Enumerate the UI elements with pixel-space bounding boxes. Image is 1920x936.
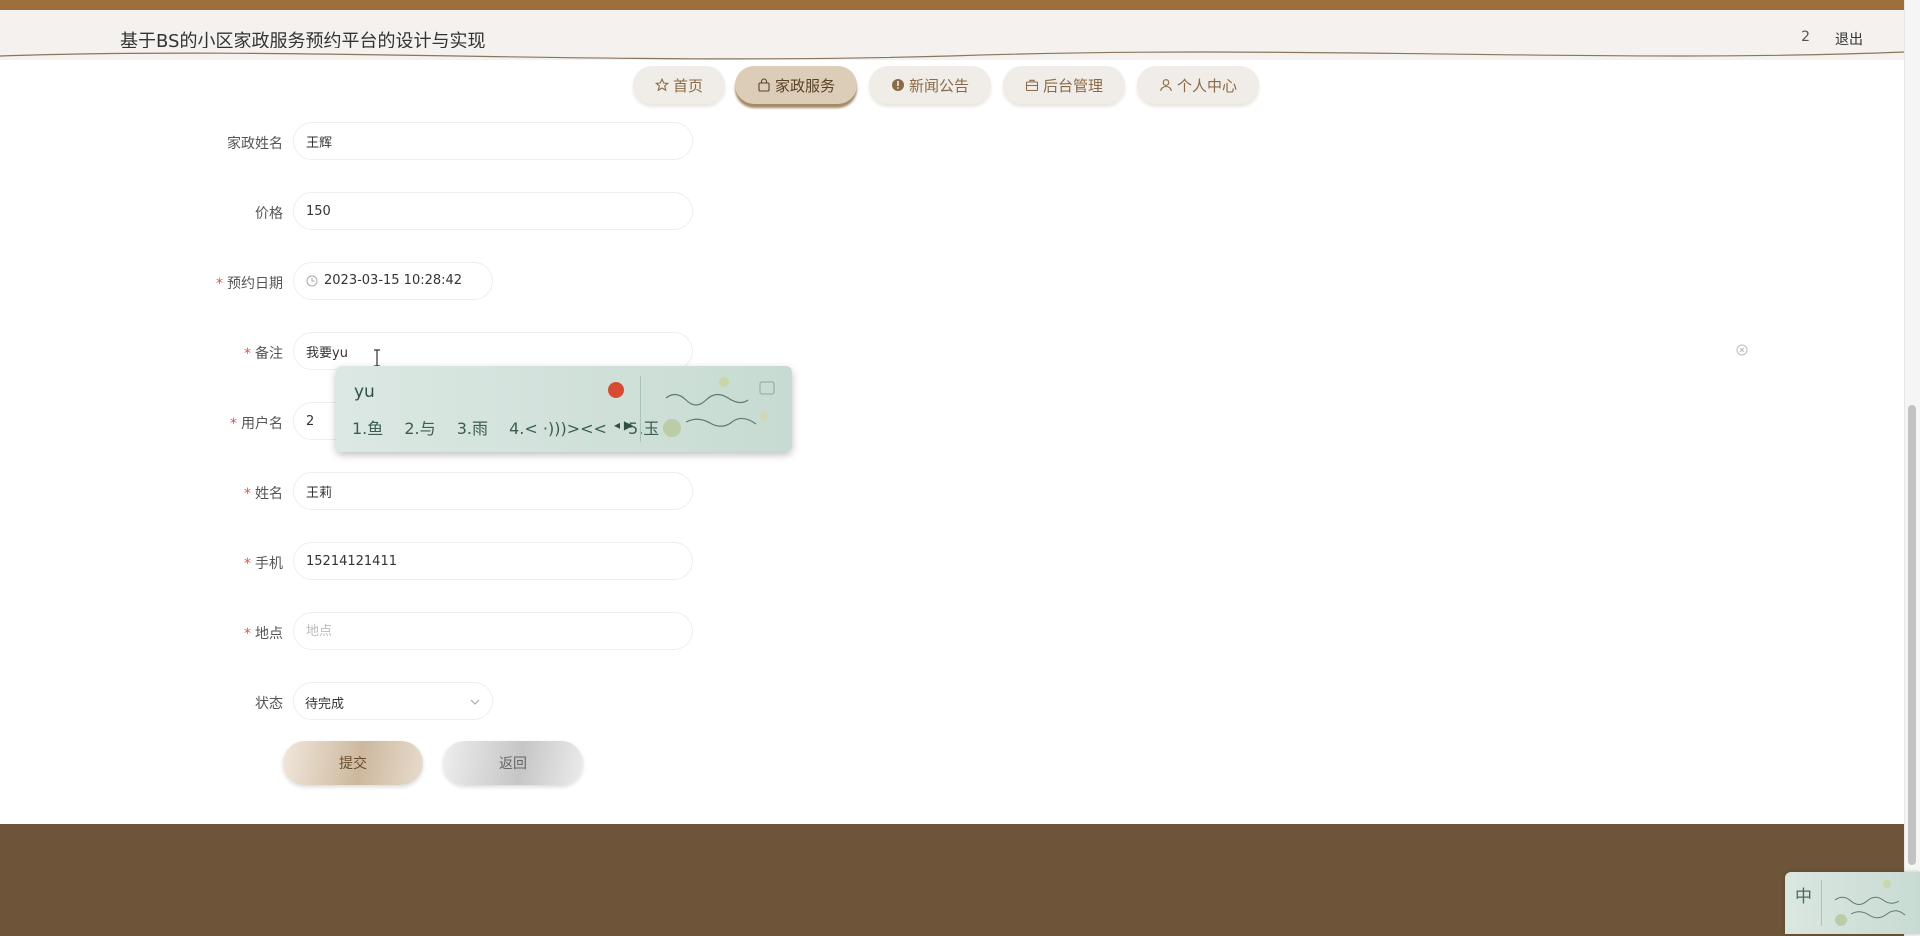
text-cursor-icon — [374, 349, 380, 367]
ime-tray-artwork — [1834, 880, 1906, 926]
alert-icon — [891, 79, 904, 91]
status-value: 待完成 — [305, 697, 345, 712]
clock-icon — [306, 275, 318, 287]
username-label-text: 用户名 — [241, 416, 283, 432]
ime-page-arrows-icon[interactable]: ◂ ▶ — [614, 418, 633, 432]
ime-mode-indicator[interactable]: 中 — [1795, 882, 1812, 907]
ime-logo-icon — [608, 382, 624, 398]
bag-icon — [758, 78, 770, 92]
required-mark: * — [216, 276, 223, 292]
status-label: 状态 — [255, 696, 283, 712]
username-label: * 用户名 — [230, 413, 283, 433]
nav-home[interactable]: 首页 — [633, 66, 725, 104]
footer — [0, 824, 1905, 936]
location-input[interactable] — [293, 612, 693, 650]
nav-home-label: 首页 — [672, 76, 703, 95]
clear-icon[interactable] — [1736, 344, 1748, 356]
form-row-date: * 预约日期 2023-03-15 10:28:42 — [0, 262, 720, 302]
star-icon — [654, 78, 669, 92]
nav-housekeeping-label: 家政服务 — [774, 76, 835, 95]
ime-pinyin: yu — [354, 382, 375, 402]
briefcase-icon — [1025, 79, 1039, 92]
nav-news[interactable]: 新闻公告 — [869, 66, 991, 104]
page-scrollbar[interactable] — [1904, 0, 1920, 936]
note-label-text: 备注 — [255, 346, 283, 362]
form-row-location: * 地点 — [0, 612, 720, 652]
chevron-down-icon — [470, 699, 480, 705]
realname-label-text: 姓名 — [255, 486, 283, 502]
ime-candidate[interactable]: 2.与 — [404, 419, 435, 438]
current-username: 2 — [1801, 29, 1810, 45]
nav-news-label: 新闻公告 — [908, 76, 969, 95]
realname-label: * 姓名 — [244, 483, 283, 503]
date-label: * 预约日期 — [216, 273, 283, 293]
ime-divider — [640, 376, 641, 442]
user-icon — [1160, 79, 1172, 92]
price-label: 价格 — [255, 206, 283, 222]
location-label: * 地点 — [244, 623, 283, 643]
submit-button[interactable]: 提交 — [283, 741, 423, 785]
nav-housekeeping[interactable]: 家政服务 — [735, 66, 857, 104]
phone-label: * 手机 — [244, 553, 283, 573]
note-label: * 备注 — [244, 343, 283, 363]
required-mark: * — [244, 346, 251, 362]
ime-status-tray[interactable]: 中 — [1785, 872, 1920, 934]
realname-input[interactable] — [293, 472, 693, 510]
nav-profile[interactable]: 个人中心 — [1137, 66, 1259, 104]
nav-profile-label: 个人中心 — [1176, 76, 1237, 95]
required-mark: * — [244, 626, 251, 642]
form-row-price: 价格 — [0, 192, 720, 232]
phone-label-text: 手机 — [255, 556, 283, 572]
location-label-text: 地点 — [255, 626, 283, 642]
ime-candidate-window: yu 1.鱼 2.与 3.雨 4.< ·)))><< 5.玉 ◂ ▶ — [336, 366, 792, 452]
worker-name-label: 家政姓名 — [227, 136, 283, 152]
nav-admin[interactable]: 后台管理 — [1003, 66, 1125, 104]
form-row-realname: * 姓名 — [0, 472, 720, 512]
top-accent-strip — [0, 0, 1920, 10]
date-value: 2023-03-15 10:28:42 — [324, 273, 463, 288]
required-mark: * — [244, 556, 251, 572]
form-row-worker-name: 家政姓名 — [0, 122, 720, 162]
required-mark: * — [230, 416, 237, 432]
back-button[interactable]: 返回 — [443, 741, 583, 785]
logout-link[interactable]: 退出 — [1835, 29, 1863, 49]
price-input[interactable] — [293, 192, 693, 230]
ime-candidate[interactable]: 4.< ·)))><< — [509, 419, 607, 438]
scrollbar-thumb[interactable] — [1908, 405, 1916, 865]
nav-admin-label: 后台管理 — [1042, 76, 1103, 95]
ime-skin-artwork — [663, 377, 775, 437]
ime-candidate[interactable]: 3.雨 — [457, 419, 488, 438]
header-wave-divider — [0, 48, 1905, 60]
note-input[interactable] — [293, 332, 693, 370]
form-row-phone: * 手机 — [0, 542, 720, 582]
worker-name-input[interactable] — [293, 122, 693, 160]
date-label-text: 预约日期 — [227, 276, 283, 292]
required-mark: * — [244, 486, 251, 502]
form-row-status: 状态 待完成 — [0, 682, 720, 722]
ime-tray-divider — [1821, 880, 1822, 926]
ime-candidate[interactable]: 1.鱼 — [352, 419, 383, 438]
main-nav: 首页 家政服务 新闻公告 后台管理 个人中心 — [0, 66, 1905, 110]
phone-input[interactable] — [293, 542, 693, 580]
